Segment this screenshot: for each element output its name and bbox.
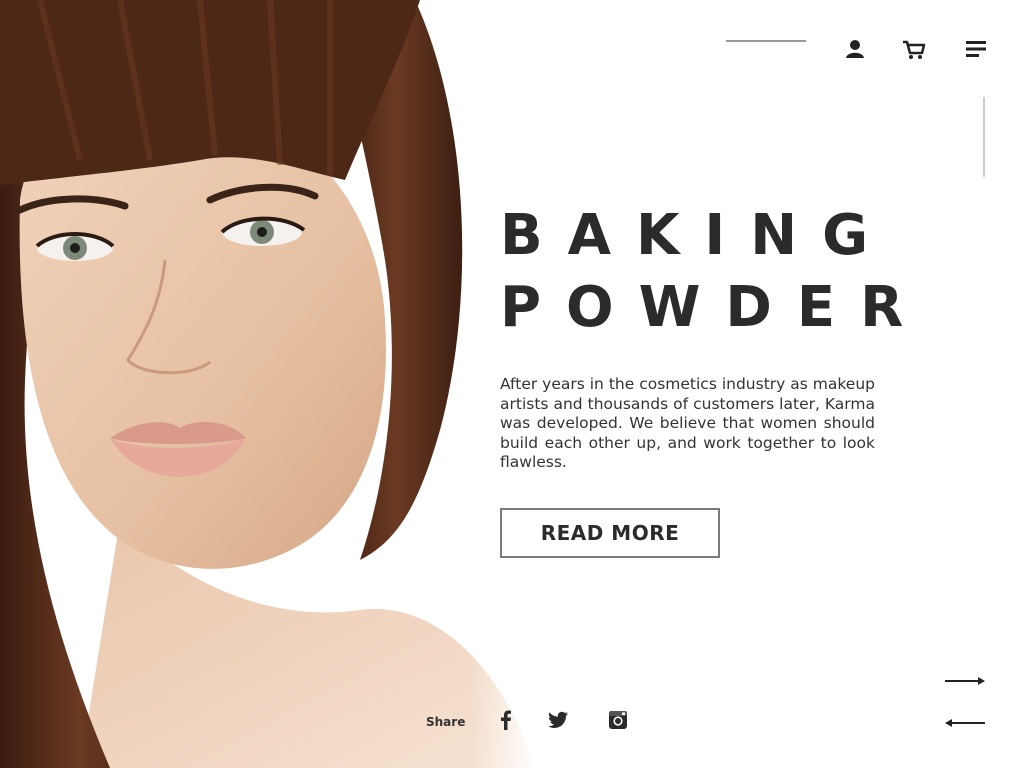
hero-portrait-image xyxy=(0,0,540,768)
vertical-scroll-indicator[interactable] xyxy=(983,97,985,177)
twitter-icon[interactable] xyxy=(547,709,569,731)
arrow-left-icon[interactable] xyxy=(944,716,986,730)
instagram-icon[interactable] xyxy=(607,709,629,731)
page-title: BAKING POWDER xyxy=(500,200,929,344)
cart-icon[interactable] xyxy=(901,36,927,62)
user-icon[interactable] xyxy=(842,36,868,62)
title-line-2: POWDER xyxy=(500,275,929,340)
hero-description: After years in the cosmetics industry as… xyxy=(500,375,875,471)
menu-icon[interactable] xyxy=(963,36,989,62)
arrow-right-icon[interactable] xyxy=(944,674,986,688)
share-label: Share xyxy=(426,715,466,729)
read-more-button[interactable]: READ MORE xyxy=(500,508,720,558)
title-line-1: BAKING xyxy=(500,203,894,268)
facebook-icon[interactable] xyxy=(495,709,517,731)
page: BAKING POWDER After years in the cosmeti… xyxy=(0,0,1025,768)
search-field-underline[interactable] xyxy=(726,40,806,42)
